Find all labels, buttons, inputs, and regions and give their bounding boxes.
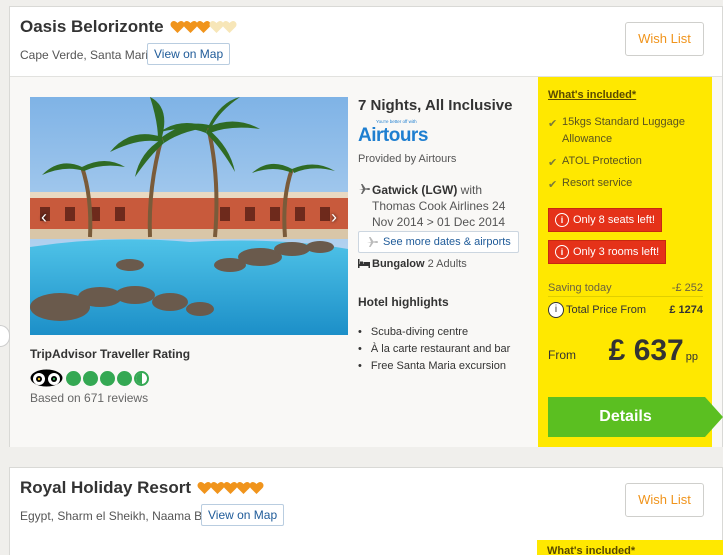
highlight-item: À la carte restaurant and bar: [358, 341, 510, 358]
info-icon: i: [555, 213, 569, 227]
heart-icon: [222, 20, 237, 33]
rating-bubble: [134, 370, 149, 386]
rating-bubble: [117, 370, 132, 386]
tripadvisor-owl-icon: [30, 369, 63, 387]
details-button-label: Details: [599, 408, 652, 425]
whats-included-link[interactable]: What's included*: [537, 540, 723, 555]
hotel-card-body: ‹ › TripAdvisor Traveller Rating Based o…: [10, 77, 723, 447]
hotel-card-header: Royal Holiday Resort Egypt, Sharm el She…: [10, 468, 722, 538]
seats-left-alert: i Only 8 seats left!: [548, 208, 662, 232]
check-icon: ✔: [548, 157, 558, 169]
wish-list-button[interactable]: Wish List: [625, 483, 704, 517]
info-icon: i: [555, 245, 569, 259]
highlight-item: Free Santa Maria excursion: [358, 358, 510, 375]
hotel-highlights-title: Hotel highlights: [358, 295, 449, 309]
highlight-item: Scuba-diving centre: [358, 324, 510, 341]
review-count[interactable]: Based on 671 reviews: [30, 391, 148, 405]
room-guests: 2 Adults: [424, 258, 467, 270]
total-price-row: i Total Price From £ 1274: [548, 302, 703, 322]
hotel-card-header: Oasis Belorizonte Cape Verde, Santa Mari…: [10, 7, 722, 77]
included-item: ✔ 15kgs Standard Luggage Allowance: [548, 114, 708, 148]
saving-amount: -£ 252: [671, 282, 703, 294]
tripadvisor-bubbles: [66, 370, 151, 386]
airtours-logo: You're better off with Airtours: [358, 119, 428, 145]
bed-icon: [358, 259, 370, 268]
room-info: Bungalow 2 Adults: [358, 258, 467, 270]
provided-by: Provided by Airtours: [358, 153, 457, 165]
tripadvisor-rating[interactable]: [30, 369, 151, 387]
check-icon: ✔: [548, 179, 558, 191]
total-price-amount: £ 1274: [669, 304, 703, 316]
chevron-right-icon[interactable]: ›: [324, 205, 344, 229]
divider: [548, 296, 703, 297]
price-per-person: £ 637 pp: [609, 334, 698, 368]
view-on-map-button[interactable]: View on Map: [147, 43, 231, 65]
rooms-left-alert: i Only 3 rooms left!: [548, 240, 667, 264]
departure-airport: Gatwick (LGW): [372, 183, 458, 197]
hotel-name[interactable]: Royal Holiday Resort: [20, 478, 264, 498]
tripadvisor-title: TripAdvisor Traveller Rating: [30, 347, 191, 361]
room-type: Bungalow: [372, 258, 425, 270]
included-item: ✔ ATOL Protection: [548, 153, 708, 170]
flight-info: Gatwick (LGW) with Thomas Cook Airlines …: [358, 182, 528, 230]
rating-bubble: [100, 370, 115, 386]
hotel-photo-image: [30, 97, 348, 335]
price-panel: What's included* ✔ 15kgs Standard Luggage…: [538, 77, 723, 447]
from-label: From: [548, 348, 576, 362]
included-list: ✔ 15kgs Standard Luggage Allowance ✔ ATOL …: [548, 114, 708, 197]
more-dates-button[interactable]: See more dates & airports: [358, 231, 519, 253]
rating-bubble: [83, 370, 98, 386]
airtours-tagline: You're better off with: [376, 119, 417, 124]
included-item-label: ATOL Protection: [562, 155, 642, 167]
seats-left-label: Only 8 seats left!: [573, 214, 655, 226]
details-button[interactable]: Details: [548, 397, 723, 437]
heart-icon: [249, 481, 264, 494]
hotel-location: Cape Verde, Santa Maria: [20, 48, 155, 62]
plane-icon: [367, 237, 378, 247]
included-item-label: Resort service: [562, 177, 633, 189]
rating-bubble: [66, 370, 81, 386]
view-on-map-button[interactable]: View on Map: [201, 504, 285, 526]
more-dates-label: See more dates & airports: [383, 236, 511, 248]
airtours-wordmark: Airtours: [358, 125, 428, 145]
hotel-highlights-list: Scuba-diving centre À la carte restauran…: [358, 324, 510, 375]
hotel-name[interactable]: Oasis Belorizonte: [20, 17, 237, 37]
included-item-label: 15kgs Standard Luggage Allowance: [562, 116, 685, 145]
whats-included-link[interactable]: What's included*: [548, 89, 636, 101]
heart-rating: [170, 20, 237, 34]
hotel-location: Egypt, Sharm el Sheikh, Naama Bay: [20, 509, 215, 523]
included-item: ✔ Resort service: [548, 175, 708, 192]
wish-list-button[interactable]: Wish List: [625, 22, 704, 56]
check-icon: ✔: [548, 118, 558, 130]
saving-row: Saving today -£ 252: [548, 282, 703, 294]
price-amount: £ 637: [608, 334, 684, 367]
heart-rating: [197, 481, 264, 495]
plane-icon: [359, 184, 370, 194]
saving-label: Saving today: [548, 282, 612, 294]
rooms-left-label: Only 3 rooms left!: [573, 246, 660, 258]
hotel-photo[interactable]: ‹ ›: [30, 97, 348, 335]
price-unit: pp: [685, 351, 698, 363]
chevron-left-icon[interactable]: ‹: [34, 205, 54, 229]
duration-board: 7 Nights, All Inclusive: [358, 97, 513, 114]
info-icon[interactable]: i: [548, 302, 564, 318]
total-price-label: Total Price From: [566, 304, 647, 316]
hotel-card: Oasis Belorizonte Cape Verde, Santa Mari…: [9, 6, 723, 447]
